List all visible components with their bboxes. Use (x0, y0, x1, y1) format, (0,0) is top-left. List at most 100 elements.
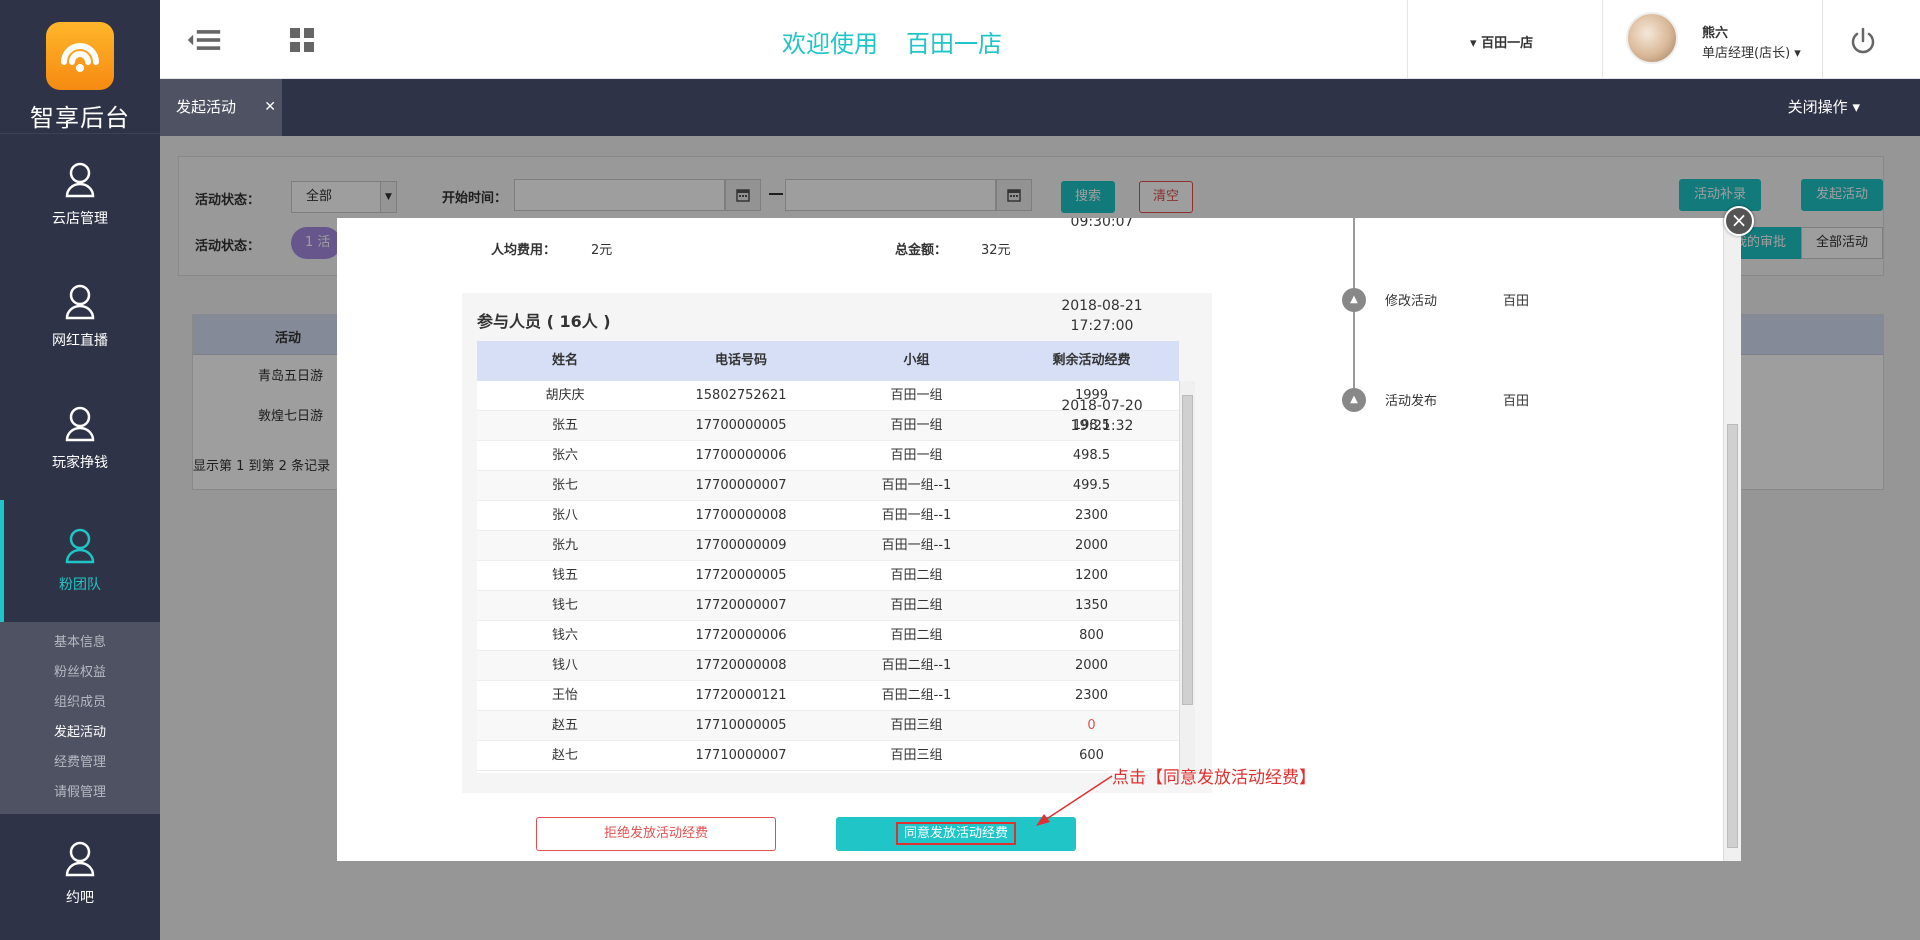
participant-name: 钱八 (551, 658, 578, 673)
timeline-time: 09:30:07 (1070, 218, 1134, 230)
user-name: 熊六 (1702, 26, 1729, 41)
avatar[interactable] (1626, 12, 1678, 64)
power-icon[interactable] (1848, 26, 1878, 56)
brand-name: 智享后台 (30, 104, 130, 132)
timeline-date-text: 2018-07-20 (1061, 398, 1143, 414)
participant-group: 百田二组 (890, 598, 943, 613)
tab-label: 发起活动 (176, 98, 237, 116)
table-row[interactable]: 张七 17700000007 百田一组--1 499.5 (477, 471, 1179, 501)
sidebar-item-player-earn[interactable]: 玩家挣钱 (0, 378, 160, 500)
top-header: 欢迎使用 百田一店 ▾ 百田一店 熊六 单店经理(店长) ▾ (160, 0, 1920, 79)
store-switch-dropdown[interactable]: ▾ 百田一店 (1470, 32, 1533, 51)
submenu-item-members[interactable]: 组织成员 (0, 688, 160, 718)
close-icon[interactable]: × (1724, 206, 1754, 236)
total-value: 32元 (981, 243, 1011, 258)
participant-funds: 499.5 (1072, 478, 1111, 493)
participants-table-header: 姓名 电话号码 小组 剩余活动经费 (477, 341, 1179, 381)
participant-name: 钱五 (551, 568, 578, 583)
sidebar-item-label: 约吧 (66, 890, 94, 906)
user-icon (65, 406, 95, 442)
participant-group: 百田三组 (890, 718, 943, 733)
user-icon (65, 284, 95, 320)
column-header-group: 小组 (903, 353, 930, 368)
table-row[interactable]: 赵七 17710000007 百田三组 600 (477, 741, 1179, 771)
sidebar-item-live[interactable]: 网红直播 (0, 256, 160, 378)
table-row[interactable]: 张六 17700000006 百田一组 498.5 (477, 441, 1179, 471)
scrollbar-thumb[interactable] (1182, 395, 1193, 705)
timeline-action: 活动发布 (1385, 394, 1438, 409)
participant-funds: 1200 (1074, 568, 1109, 583)
participant-funds: 2300 (1074, 688, 1109, 703)
participant-name: 张九 (551, 538, 578, 553)
participants-title: 参与人员 ( 16人 ) (477, 312, 611, 331)
submenu-item-launch-activity[interactable]: 发起活动 (0, 718, 160, 748)
tab-launch-activity[interactable]: 发起活动 ✕ (160, 79, 282, 136)
table-row[interactable]: 王怡 17720000121 百田二组--1 2300 (477, 681, 1179, 711)
participant-funds: 2300 (1074, 508, 1109, 523)
participant-group: 百田一组 (890, 448, 943, 463)
participants-panel: 参与人员 ( 16人 ) 姓名 电话号码 小组 剩余活动经费 胡庆庆 158027… (462, 293, 1212, 793)
table-row[interactable]: 钱七 17720000007 百田二组 1350 (477, 591, 1179, 621)
per-cost-label: 人均费用： (491, 243, 557, 258)
participant-phone: 17720000005 (695, 568, 787, 583)
table-row[interactable]: 张九 17700000009 百田一组--1 2000 (477, 531, 1179, 561)
sidebar-item-yueba[interactable]: 约吧 (0, 814, 160, 934)
table-row[interactable]: 赵五 17710000005 百田三组 0 (477, 711, 1179, 741)
chevron-up-icon: ▲ (1342, 288, 1366, 312)
participant-group: 百田二组--1 (881, 688, 952, 703)
timeline-date-text: 2018-08-21 (1061, 298, 1143, 314)
sidebar-item-label: 网红直播 (52, 333, 108, 349)
participant-name: 钱七 (551, 598, 578, 613)
participant-phone: 17700000006 (695, 448, 787, 463)
participant-phone: 17700000007 (695, 478, 787, 493)
per-cost-value: 2元 (591, 243, 613, 258)
participant-group: 百田一组 (890, 418, 943, 433)
participant-phone: 17710000007 (695, 748, 787, 763)
scrollbar-thumb[interactable] (1727, 424, 1738, 848)
submenu-item-funds[interactable]: 经费管理 (0, 748, 160, 778)
participant-name: 赵七 (551, 748, 578, 763)
participants-table-body[interactable]: 胡庆庆 15802752621 百田一组 1999 张五 17700000005 百田一组 1… (477, 381, 1179, 773)
participant-phone: 17720000121 (695, 688, 787, 703)
submenu-item-fan-rights[interactable]: 粉丝权益 (0, 658, 160, 688)
participant-phone: 17720000007 (695, 598, 787, 613)
table-row[interactable]: 钱八 17720000008 百田二组--1 2000 (477, 651, 1179, 681)
menu-toggle-icon[interactable] (186, 24, 222, 56)
annotation-arrow-icon (1036, 775, 1113, 826)
timeline-time-text: 19:21:32 (1070, 418, 1134, 434)
modal-scrollbar[interactable] (1723, 218, 1741, 861)
table-row[interactable]: 钱六 17720000006 百田二组 800 (477, 621, 1179, 651)
participant-group: 百田一组 (890, 388, 943, 403)
participant-group: 百田一组--1 (881, 478, 952, 493)
participant-name: 赵五 (551, 718, 578, 733)
participant-phone: 17700000005 (695, 418, 787, 433)
participant-funds: 800 (1079, 628, 1104, 643)
annotation-text: 点击【同意发放活动经费】 (1112, 768, 1316, 788)
store-switch-label: 百田一店 (1481, 36, 1534, 51)
participant-name: 张七 (551, 478, 578, 493)
participant-phone: 17710000005 (695, 718, 787, 733)
submenu-item-basic-info[interactable]: 基本信息 (0, 628, 160, 658)
timeline-actor: 百田 (1503, 294, 1530, 309)
sidebar-item-fan-team[interactable]: 粉团队 (0, 500, 160, 622)
sidebar-item-cloud-store[interactable]: 云店管理 (0, 134, 160, 256)
participant-name: 张八 (551, 508, 578, 523)
column-header-name: 姓名 (551, 353, 578, 368)
logo-area: 智享后台 (0, 0, 160, 134)
participant-name: 钱六 (551, 628, 578, 643)
welcome-text: 欢迎使用 (782, 30, 878, 58)
close-icon[interactable]: ✕ (264, 79, 276, 136)
table-row[interactable]: 张八 17700000008 百田一组--1 2300 (477, 501, 1179, 531)
grid-icon[interactable] (284, 24, 320, 56)
user-role-dropdown[interactable]: 单店经理(店长) ▾ (1702, 42, 1801, 61)
total-label: 总金额： (895, 243, 948, 258)
submenu-item-leave[interactable]: 请假管理 (0, 778, 160, 808)
tab-bar: 发起活动 ✕ 关闭操作 ▾ (160, 79, 1920, 136)
close-operations-dropdown[interactable]: 关闭操作 ▾ (1788, 79, 1860, 136)
close-ops-label: 关闭操作 (1787, 98, 1848, 116)
column-header-funds: 剩余活动经费 (1052, 353, 1131, 368)
participant-group: 百田二组--1 (881, 658, 952, 673)
participants-scrollbar[interactable] (1179, 381, 1195, 773)
table-row[interactable]: 钱五 17720000005 百田二组 1200 (477, 561, 1179, 591)
reject-funds-button[interactable]: 拒绝发放活动经费 (536, 817, 776, 851)
